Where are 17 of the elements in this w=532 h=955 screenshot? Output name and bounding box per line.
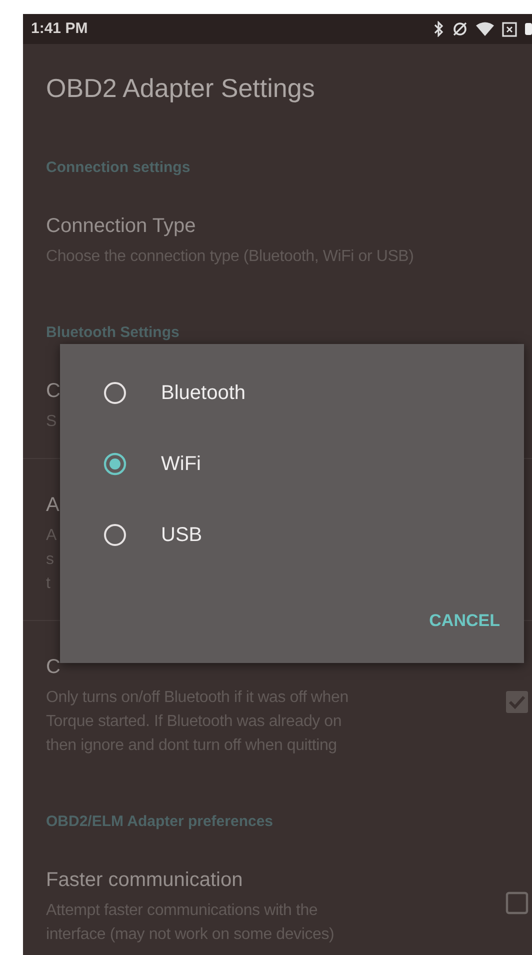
bluetooth-icon [434, 21, 444, 37]
setting-title: Connection Type [46, 214, 196, 238]
wifi-icon [476, 22, 494, 36]
status-time: 1:41 PM [31, 18, 88, 39]
setting-title: A [46, 493, 60, 517]
screen-title: OBD2 Adapter Settings [46, 72, 315, 104]
setting-title: Faster communication [46, 868, 243, 892]
radio-option[interactable]: USB [60, 499, 524, 570]
cancel-button[interactable]: CANCEL [421, 602, 508, 639]
setting-title: C [46, 655, 60, 679]
setting-title: C [46, 379, 60, 403]
notification-icon [502, 22, 517, 36]
checkbox[interactable] [505, 690, 529, 714]
checkbox[interactable] [505, 890, 529, 914]
battery-icon [525, 23, 532, 35]
radio-option[interactable]: Bluetooth [60, 357, 524, 428]
radio-option[interactable]: WiFi [60, 428, 524, 499]
